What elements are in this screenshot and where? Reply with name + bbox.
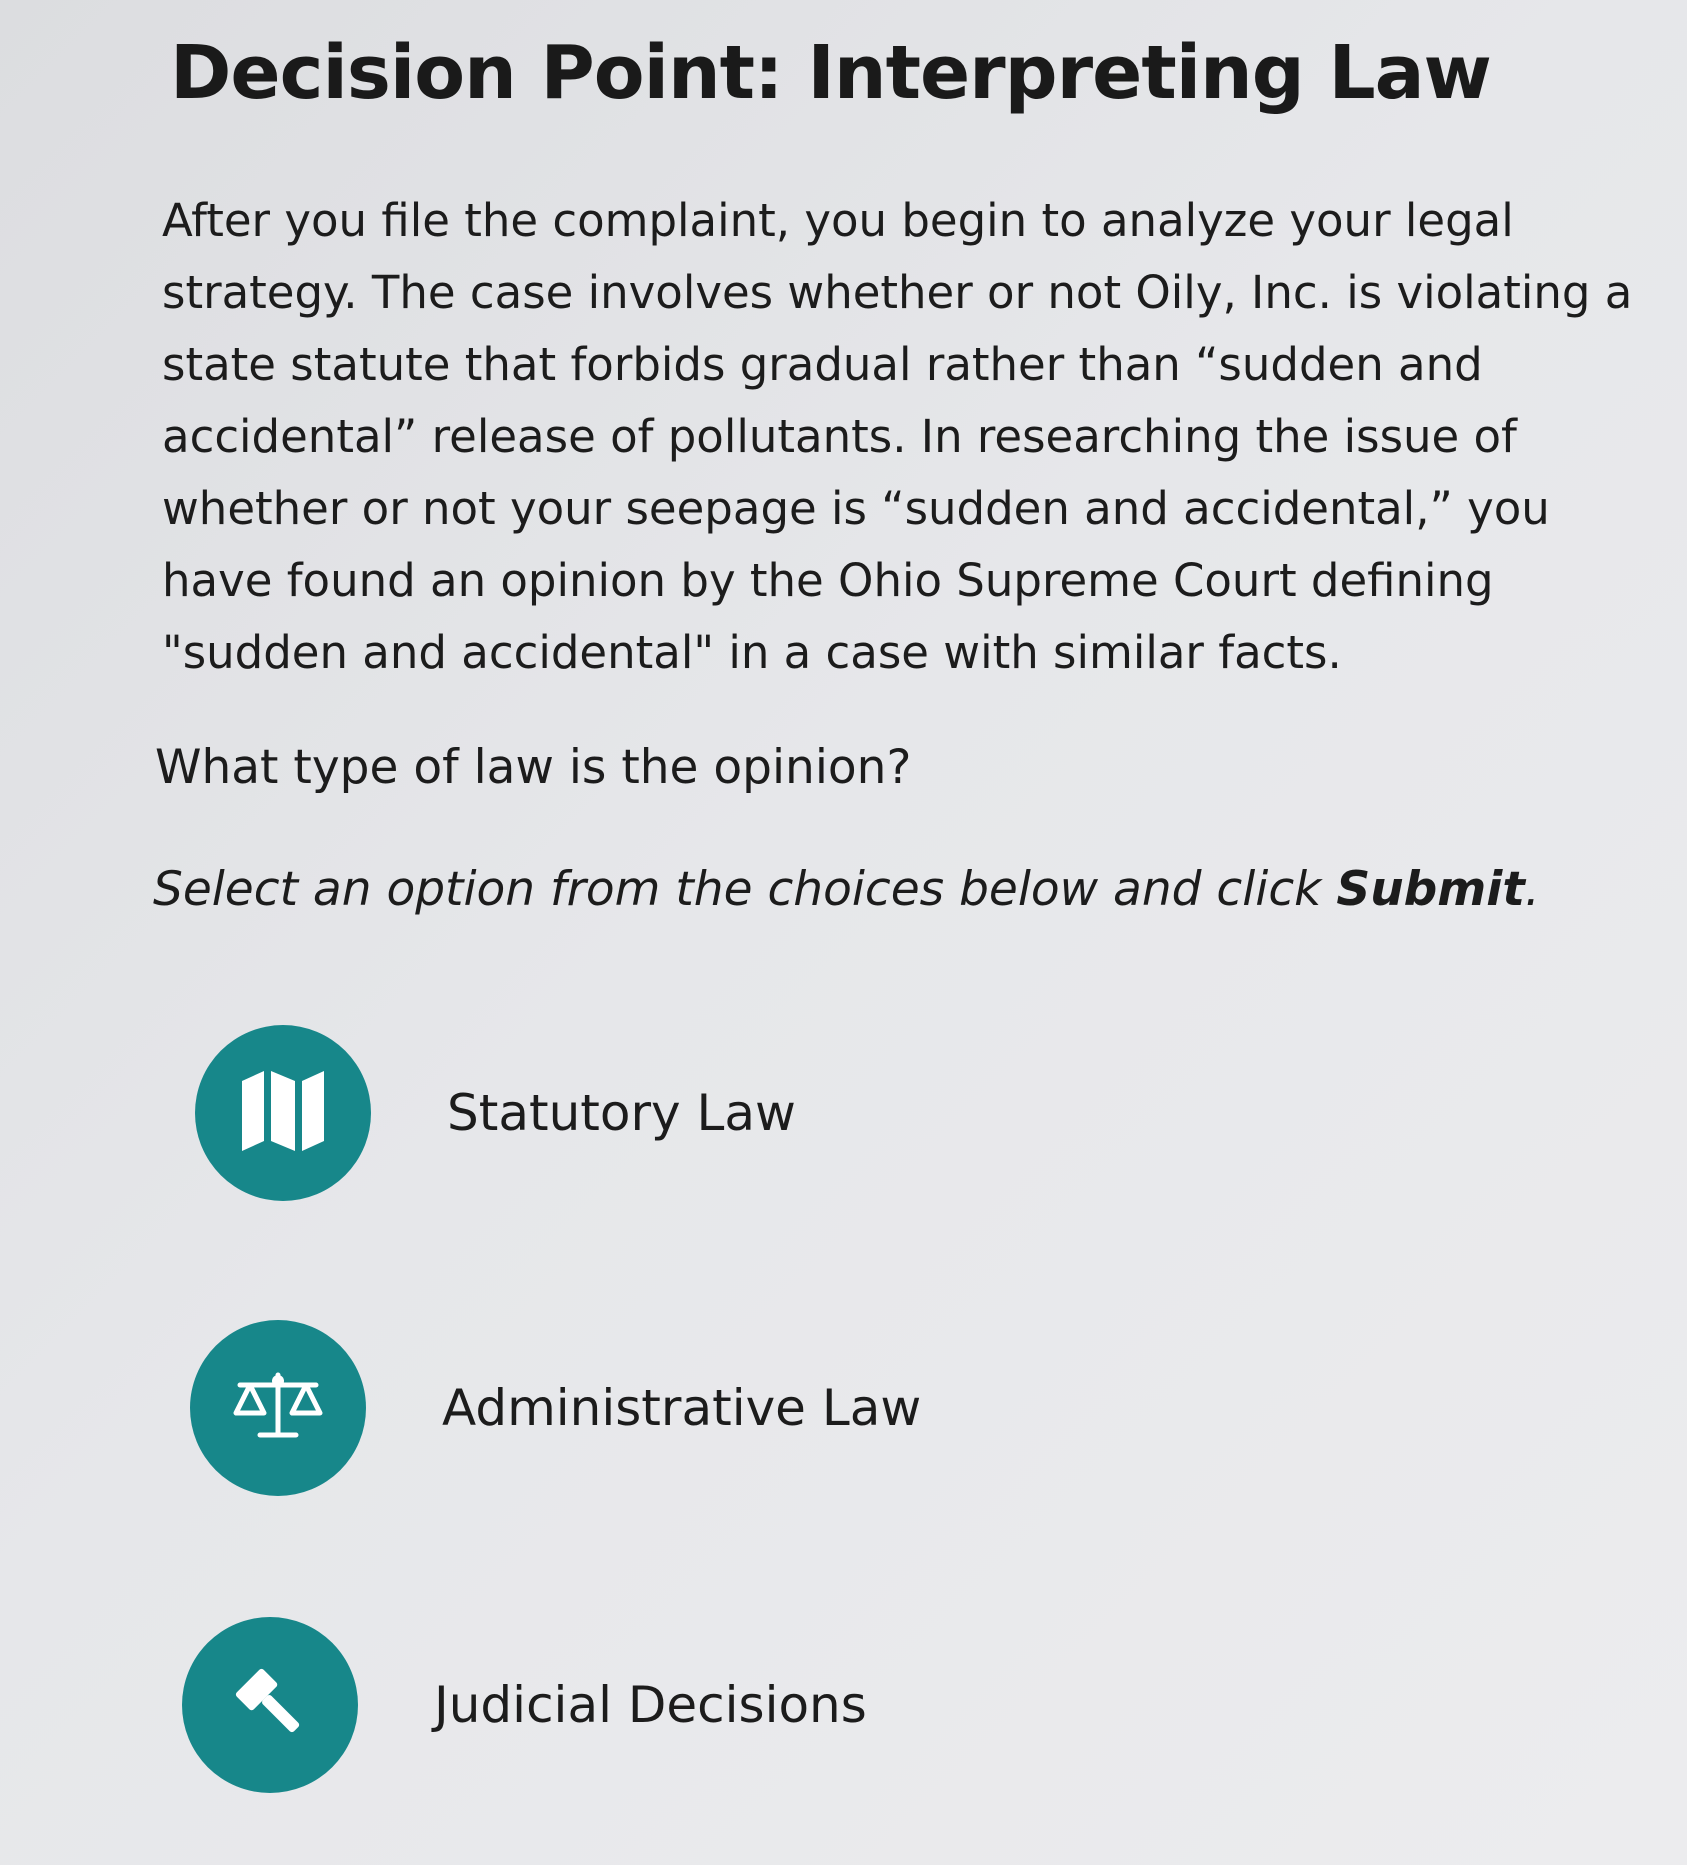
option-icon-button[interactable] [195,1025,371,1201]
intro-paragraph: After you file the complaint, you begin … [162,194,1633,679]
instruction-prefix: Select an option from the choices below … [153,862,1337,917]
option-statutory-law[interactable]: Statutory Law [195,1025,796,1201]
option-label[interactable]: Statutory Law [447,1084,796,1142]
instruction-submit-emphasis: Submit [1336,862,1525,917]
option-icon-button[interactable] [182,1617,358,1793]
option-icon-button[interactable] [190,1320,366,1496]
option-administrative-law[interactable]: Administrative Law [190,1320,921,1496]
scales-icon [230,1371,326,1445]
option-label[interactable]: Judicial Decisions [434,1676,867,1734]
option-label[interactable]: Administrative Law [442,1379,921,1437]
gavel-icon [225,1658,315,1752]
option-judicial-decisions[interactable]: Judicial Decisions [182,1617,867,1793]
page-title: Decision Point: Interpreting Law [170,30,1492,116]
question-text: What type of law is the opinion? [155,740,912,795]
instruction-text: Select an option from the choices below … [153,862,1540,917]
instruction-suffix: . [1524,862,1540,917]
map-icon [238,1069,328,1157]
decision-point-page: Decision Point: Interpreting Law After y… [0,0,1687,1865]
